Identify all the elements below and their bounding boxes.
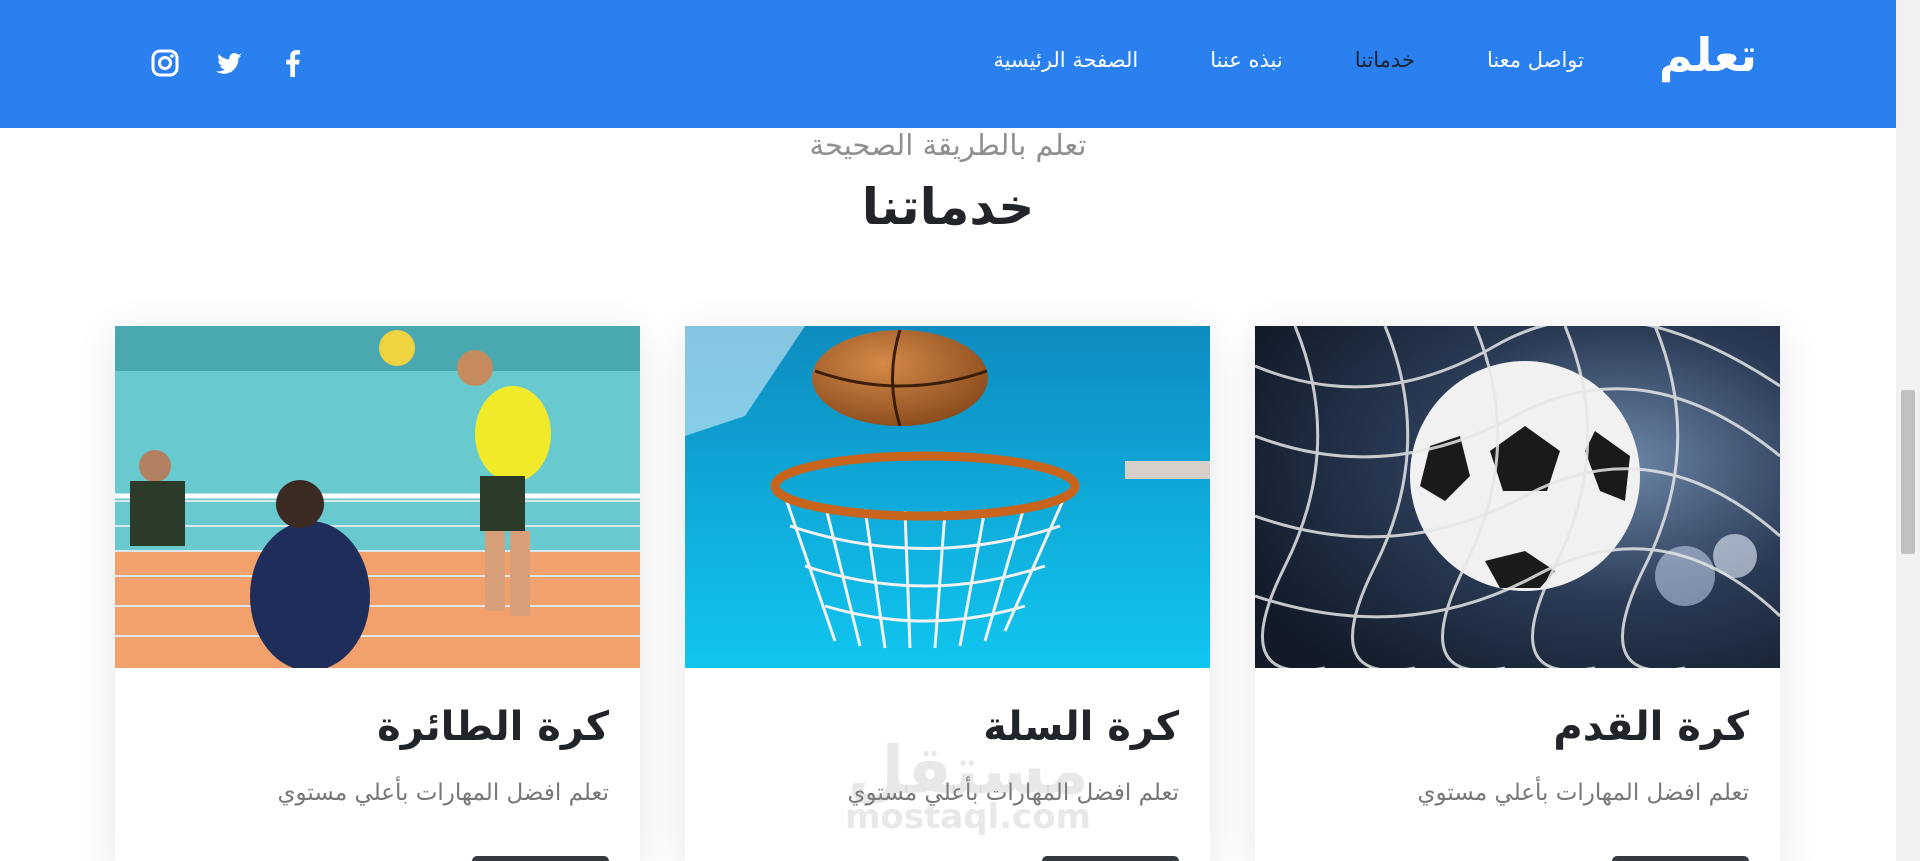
section-title: خدماتنا bbox=[861, 178, 1035, 236]
nav-links: الصفحة الرئيسية نبذه عننا خدماتنا تواصل … bbox=[993, 48, 1584, 72]
section-subtitle: تعلم بالطريقة الصحيحة bbox=[809, 128, 1087, 162]
card-body: كرة الطائرة تعلم افضل المهارات بأعلي مست… bbox=[278, 704, 609, 806]
nav-link-services[interactable]: خدماتنا bbox=[1355, 48, 1415, 72]
football-image bbox=[1255, 326, 1780, 668]
card-button[interactable] bbox=[1042, 856, 1179, 861]
nav-link-contact[interactable]: تواصل معنا bbox=[1487, 48, 1584, 72]
facebook-icon[interactable] bbox=[278, 48, 308, 78]
card-button[interactable] bbox=[1612, 856, 1749, 861]
nav-link-home[interactable]: الصفحة الرئيسية bbox=[993, 48, 1138, 72]
card-title: كرة القدم bbox=[1553, 704, 1749, 750]
instagram-icon[interactable] bbox=[150, 48, 180, 78]
card-text: تعلم افضل المهارات بأعلي مستوي bbox=[277, 780, 609, 806]
basketball-image bbox=[685, 326, 1210, 668]
scrollbar[interactable] bbox=[1896, 0, 1920, 861]
card-body: كرة السلة تعلم افضل المهارات بأعلي مستوي bbox=[848, 704, 1179, 806]
nav-link-about[interactable]: نبذه عننا bbox=[1210, 48, 1283, 72]
service-card-basketball: كرة السلة تعلم افضل المهارات بأعلي مستوي bbox=[685, 326, 1210, 861]
brand-logo[interactable]: تعلم bbox=[1659, 28, 1757, 82]
card-text: تعلم افضل المهارات بأعلي مستوي bbox=[847, 780, 1179, 806]
twitter-icon[interactable] bbox=[214, 48, 244, 78]
card-title: كرة الطائرة bbox=[377, 704, 609, 750]
service-card-football: كرة القدم تعلم افضل المهارات بأعلي مستوي bbox=[1255, 326, 1780, 861]
service-card-volleyball: كرة الطائرة تعلم افضل المهارات بأعلي مست… bbox=[115, 326, 640, 861]
scrollbar-thumb[interactable] bbox=[1901, 390, 1915, 554]
card-body: كرة القدم تعلم افضل المهارات بأعلي مستوي bbox=[1418, 704, 1749, 806]
social-links bbox=[150, 48, 308, 78]
card-button[interactable] bbox=[472, 856, 609, 861]
card-text: تعلم افضل المهارات بأعلي مستوي bbox=[1417, 780, 1749, 806]
card-title: كرة السلة bbox=[983, 704, 1179, 750]
navbar: تعلم الصفحة الرئيسية نبذه عننا خدماتنا ت… bbox=[0, 0, 1896, 128]
volleyball-image bbox=[115, 326, 640, 668]
